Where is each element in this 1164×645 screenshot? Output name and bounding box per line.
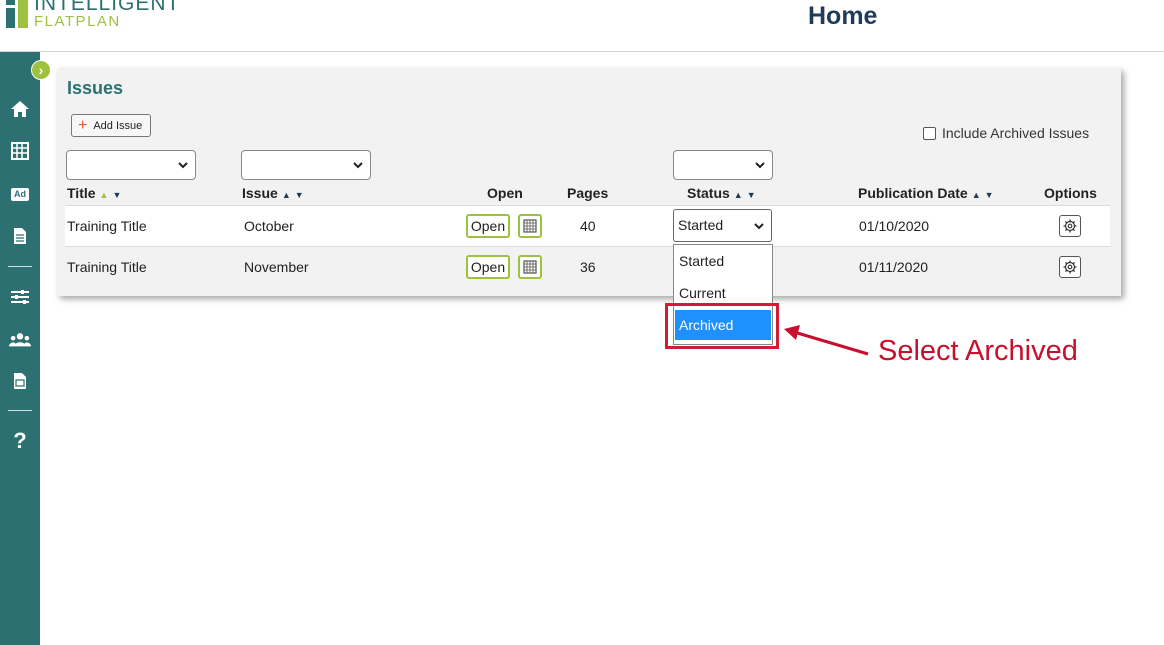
chevron-down-icon: [353, 162, 363, 169]
sort-asc-icon[interactable]: ▲: [972, 190, 981, 200]
column-header-options: Options: [1044, 185, 1097, 201]
flatplan-view-icon[interactable]: [518, 214, 542, 238]
column-header-publication-date[interactable]: Publication Date ▲ ▼: [858, 185, 994, 201]
issues-panel: Issues + Add Issue Include Archived Issu…: [57, 68, 1121, 296]
chevron-down-icon: [755, 162, 765, 169]
sort-asc-icon[interactable]: ▲: [282, 190, 291, 200]
status-select-value: Started: [678, 217, 724, 233]
chevron-down-icon: [754, 223, 764, 230]
page-title: Home: [808, 2, 878, 30]
users-icon[interactable]: [9, 329, 31, 351]
sort-desc-icon[interactable]: ▼: [112, 190, 121, 200]
row-pages: 40: [580, 218, 596, 234]
panel-title: Issues: [67, 78, 124, 98]
row-title: Training Title: [67, 218, 147, 234]
column-header-title[interactable]: Title ▲ ▼: [67, 185, 121, 201]
sidebar-divider: [8, 410, 32, 411]
chevron-down-icon: [178, 162, 188, 169]
table-row: Training Title October Open 40 Started 0…: [65, 205, 1110, 246]
logo-text-primary: INTELLIGENT: [34, 0, 181, 15]
status-option-started[interactable]: Started: [675, 246, 771, 276]
add-issue-label: Add Issue: [93, 119, 143, 132]
column-label: Status: [687, 185, 730, 201]
gear-icon[interactable]: [1059, 256, 1081, 278]
annotation-highlight-box: [665, 303, 779, 349]
flatplan-grid-icon[interactable]: [9, 140, 31, 162]
include-archived-checkbox[interactable]: [923, 126, 936, 140]
plus-icon: +: [78, 116, 88, 134]
issue-filter-select[interactable]: [241, 150, 371, 180]
sort-desc-icon[interactable]: ▼: [295, 190, 304, 200]
help-icon[interactable]: ?: [9, 428, 31, 453]
column-label: Publication Date: [858, 185, 968, 201]
row-publication-date: 01/10/2020: [859, 218, 930, 234]
column-label: Title: [67, 185, 96, 201]
title-filter-select[interactable]: [66, 150, 196, 180]
status-filter-select[interactable]: [673, 150, 773, 180]
column-header-open: Open: [487, 185, 523, 201]
column-header-pages: Pages: [567, 185, 609, 201]
sort-desc-icon[interactable]: ▼: [747, 190, 756, 200]
home-icon[interactable]: [9, 98, 31, 120]
include-archived-toggle[interactable]: Include Archived Issues: [923, 125, 1089, 141]
report-icon[interactable]: [9, 370, 31, 392]
sort-desc-icon[interactable]: ▼: [985, 190, 994, 200]
annotation-arrow-icon: [784, 325, 869, 356]
row-publication-date: 01/11/2020: [859, 259, 929, 275]
row-title: Training Title: [67, 259, 147, 275]
open-issue-button[interactable]: Open: [466, 255, 510, 279]
flatplan-view-icon[interactable]: [518, 255, 542, 279]
column-label: Issue: [242, 185, 278, 201]
document-icon[interactable]: [9, 225, 31, 247]
logo[interactable]: INTELLIGENT FLATPLAN: [0, 0, 220, 32]
row-issue: November: [244, 259, 309, 275]
app-header: INTELLIGENT FLATPLAN Home: [0, 0, 1164, 52]
sliders-icon[interactable]: [9, 286, 31, 308]
sort-asc-icon[interactable]: ▲: [734, 190, 743, 200]
sort-asc-icon[interactable]: ▲: [100, 190, 109, 200]
open-issue-button[interactable]: Open: [466, 214, 510, 238]
ad-icon[interactable]: Ad: [9, 183, 31, 205]
ad-icon-label: Ad: [11, 187, 29, 201]
sidebar-divider: [8, 266, 32, 267]
column-header-issue[interactable]: Issue ▲ ▼: [242, 185, 304, 201]
include-archived-label: Include Archived Issues: [942, 125, 1090, 141]
table-row: Training Title November Open 36 01/11/20…: [65, 246, 1110, 287]
logo-mark-icon: [6, 0, 28, 28]
annotation-callout: Select Archived: [878, 335, 1078, 367]
add-issue-button[interactable]: + Add Issue: [71, 114, 151, 137]
sidebar-toggle-icon[interactable]: ›: [31, 60, 51, 80]
gear-icon[interactable]: [1059, 215, 1081, 237]
row-pages: 36: [580, 259, 596, 275]
status-select[interactable]: Started: [673, 209, 772, 242]
row-issue: October: [244, 218, 294, 234]
logo-text-secondary: FLATPLAN: [34, 13, 121, 30]
column-header-status[interactable]: Status ▲ ▼: [687, 185, 756, 201]
sidebar: Ad ?: [0, 52, 40, 645]
